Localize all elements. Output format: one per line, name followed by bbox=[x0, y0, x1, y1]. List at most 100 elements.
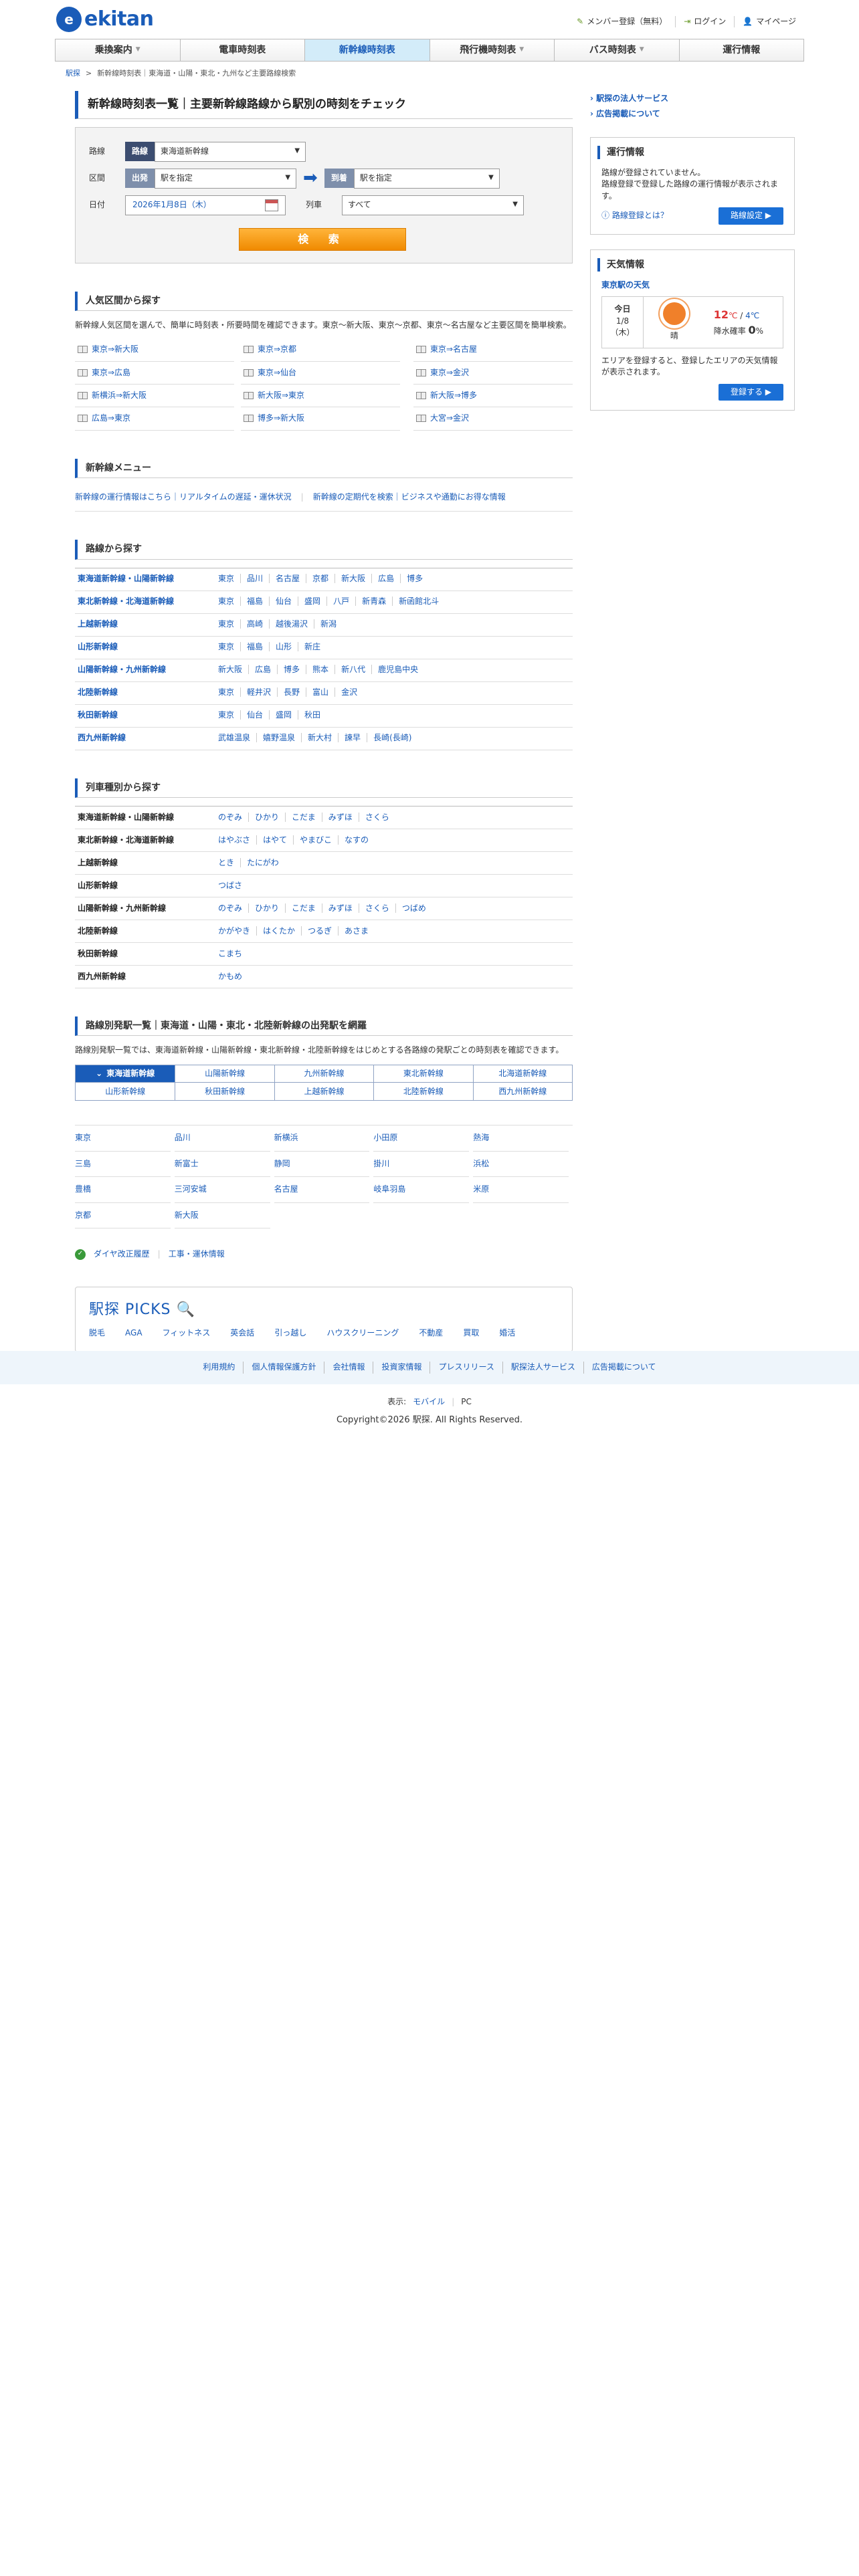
popular-route-item[interactable]: 新大阪⇒東京 bbox=[241, 385, 400, 408]
station-link[interactable]: 新青森 bbox=[355, 597, 393, 607]
station-link[interactable]: 仙台 bbox=[269, 597, 298, 607]
train-link[interactable]: つるぎ bbox=[301, 926, 339, 936]
station-link[interactable]: 京都 bbox=[306, 574, 335, 584]
lines-line-name[interactable]: 秋田新幹線 bbox=[75, 704, 215, 728]
station-item[interactable]: 新横浜 bbox=[274, 1125, 370, 1152]
station-item[interactable]: 新大阪 bbox=[174, 1203, 270, 1229]
train-link[interactable]: とき bbox=[218, 858, 240, 867]
display-mobile-link[interactable]: モバイル bbox=[413, 1396, 445, 1408]
station-link[interactable]: 品川 bbox=[240, 574, 270, 584]
station-link[interactable]: 東京 bbox=[218, 642, 240, 651]
nav-bus[interactable]: バス時刻表 ▼ bbox=[554, 39, 679, 61]
menu-link-pass[interactable]: 新幹線の定期代を検索｜ビジネスや通勤にお得な情報 bbox=[313, 492, 506, 503]
station-link[interactable]: 軽井沢 bbox=[240, 687, 278, 697]
register-link[interactable]: ✎ メンバー登録（無料） bbox=[569, 16, 675, 27]
station-link[interactable]: 鹿児島中央 bbox=[371, 665, 425, 675]
weather-register-button[interactable]: 登録する ▶ bbox=[718, 383, 783, 401]
popular-route-item[interactable]: 新大阪⇒博多 bbox=[413, 385, 573, 408]
train-link[interactable]: ひかり bbox=[248, 903, 286, 913]
train-link[interactable]: こだま bbox=[285, 903, 322, 913]
station-item[interactable]: 小田原 bbox=[373, 1125, 470, 1152]
station-link[interactable]: 秋田 bbox=[298, 710, 327, 720]
popular-route-item[interactable]: 大宮⇒金沢 bbox=[413, 407, 573, 431]
line-tab[interactable]: 山陽新幹線 bbox=[175, 1065, 274, 1083]
lines-line-name[interactable]: 東海道新幹線・山陽新幹線 bbox=[75, 568, 215, 591]
train-link[interactable]: のぞみ bbox=[218, 813, 248, 822]
line-tab[interactable]: 西九州新幹線 bbox=[472, 1083, 572, 1101]
station-link[interactable]: 高崎 bbox=[240, 619, 270, 629]
train-link[interactable]: はくたか bbox=[256, 926, 302, 936]
popular-route-item[interactable]: 広島⇒東京 bbox=[75, 407, 234, 431]
station-link[interactable]: 福島 bbox=[240, 642, 270, 652]
station-item[interactable]: 岐阜羽島 bbox=[373, 1177, 470, 1203]
station-link[interactable]: 東京 bbox=[218, 619, 240, 629]
popular-route-item[interactable]: 東京⇒京都 bbox=[241, 338, 400, 362]
train-link[interactable]: つばさ bbox=[218, 881, 248, 890]
mypage-link[interactable]: 👤 マイページ bbox=[734, 16, 804, 28]
picks-link[interactable]: 不動産 bbox=[419, 1327, 443, 1339]
breadcrumb-home[interactable]: 駅探 bbox=[66, 68, 80, 79]
line-tab[interactable]: 北海道新幹線 bbox=[472, 1065, 572, 1083]
popular-route-item[interactable]: 東京⇒広島 bbox=[75, 362, 234, 385]
station-link[interactable]: 諫早 bbox=[338, 733, 367, 743]
station-item[interactable]: 名古屋 bbox=[274, 1177, 370, 1203]
station-link[interactable]: 長崎(長崎) bbox=[367, 733, 418, 743]
footer-link[interactable]: 広告掲載について bbox=[583, 1362, 664, 1374]
footer-link[interactable]: 利用規約 bbox=[195, 1362, 243, 1373]
station-link[interactable]: 新八代 bbox=[335, 665, 372, 675]
station-link[interactable]: 新大村 bbox=[301, 733, 339, 743]
arrival-select[interactable]: 駅を指定 ▼ bbox=[353, 168, 500, 189]
train-link[interactable]: やまびこ bbox=[293, 835, 339, 845]
line-tab[interactable]: 山形新幹線 bbox=[76, 1083, 175, 1100]
train-link[interactable]: はやぶさ bbox=[218, 835, 256, 845]
station-link[interactable]: 新大阪 bbox=[335, 574, 372, 584]
weather-station[interactable]: 東京駅の天気 bbox=[601, 280, 783, 291]
popular-route-item[interactable]: 新横浜⇒新大阪 bbox=[75, 385, 234, 408]
ad-link[interactable]: › 広告掲載について bbox=[590, 106, 795, 122]
station-link[interactable]: 東京 bbox=[218, 687, 240, 697]
picks-link[interactable]: 買取 bbox=[463, 1327, 479, 1339]
search-button[interactable]: 検 索 bbox=[239, 227, 406, 251]
station-link[interactable]: 新潟 bbox=[314, 619, 343, 629]
popular-route-item[interactable]: 博多⇒新大阪 bbox=[241, 407, 400, 431]
station-link[interactable]: 越後湯沢 bbox=[269, 619, 314, 629]
station-link[interactable]: 新庄 bbox=[298, 642, 327, 652]
lines-line-name[interactable]: 北陸新幹線 bbox=[75, 681, 215, 705]
train-link[interactable]: ひかり bbox=[248, 812, 286, 822]
nav-train-timetable[interactable]: 電車時刻表 bbox=[179, 39, 304, 61]
revision-history-link[interactable]: ダイヤ改正履歴 bbox=[94, 1249, 150, 1260]
calendar-icon[interactable] bbox=[265, 199, 278, 211]
train-link[interactable]: あさま bbox=[338, 926, 375, 936]
station-link[interactable]: 新大阪 bbox=[218, 665, 248, 674]
train-link[interactable]: こだま bbox=[285, 812, 322, 822]
popular-route-item[interactable]: 東京⇒仙台 bbox=[241, 362, 400, 385]
route-setting-button[interactable]: 路線設定 ▶ bbox=[718, 207, 783, 225]
station-link[interactable]: 東京 bbox=[218, 597, 240, 606]
picks-link[interactable]: ハウスクリーニング bbox=[326, 1327, 399, 1339]
picks-link[interactable]: 引っ越し bbox=[274, 1327, 306, 1339]
footer-link[interactable]: プレスリリース bbox=[430, 1362, 502, 1374]
station-link[interactable]: 東京 bbox=[218, 710, 240, 720]
station-link[interactable]: 盛岡 bbox=[298, 597, 327, 607]
train-link[interactable]: かがやき bbox=[218, 926, 256, 936]
lines-line-name[interactable]: 東北新幹線・北海道新幹線 bbox=[75, 591, 215, 614]
station-item[interactable]: 三河安城 bbox=[174, 1177, 270, 1203]
picks-link[interactable]: 婚活 bbox=[499, 1327, 515, 1339]
train-link[interactable]: はやて bbox=[256, 835, 294, 845]
corporate-service-link[interactable]: › 駅探の法人サービス bbox=[590, 91, 795, 106]
station-link[interactable]: 長野 bbox=[277, 687, 306, 697]
line-tab[interactable]: 上越新幹線 bbox=[274, 1083, 373, 1101]
line-tab[interactable]: 北陸新幹線 bbox=[373, 1083, 472, 1101]
logo[interactable]: e ekitan bbox=[56, 6, 154, 33]
train-link[interactable]: のぞみ bbox=[218, 903, 248, 913]
station-item[interactable]: 新富士 bbox=[174, 1152, 270, 1178]
station-link[interactable]: 八戸 bbox=[326, 597, 356, 607]
picks-link[interactable]: フィットネス bbox=[163, 1327, 211, 1339]
nav-flight[interactable]: 飛行機時刻表 ▼ bbox=[429, 39, 554, 61]
station-item[interactable]: 浜松 bbox=[473, 1152, 569, 1178]
station-item[interactable]: 掛川 bbox=[373, 1152, 470, 1178]
station-item[interactable]: 東京 bbox=[75, 1125, 171, 1152]
station-item[interactable]: 豊橋 bbox=[75, 1177, 171, 1203]
login-link[interactable]: ⇥ ログイン bbox=[675, 16, 734, 28]
lines-line-name[interactable]: 西九州新幹線 bbox=[75, 727, 215, 750]
